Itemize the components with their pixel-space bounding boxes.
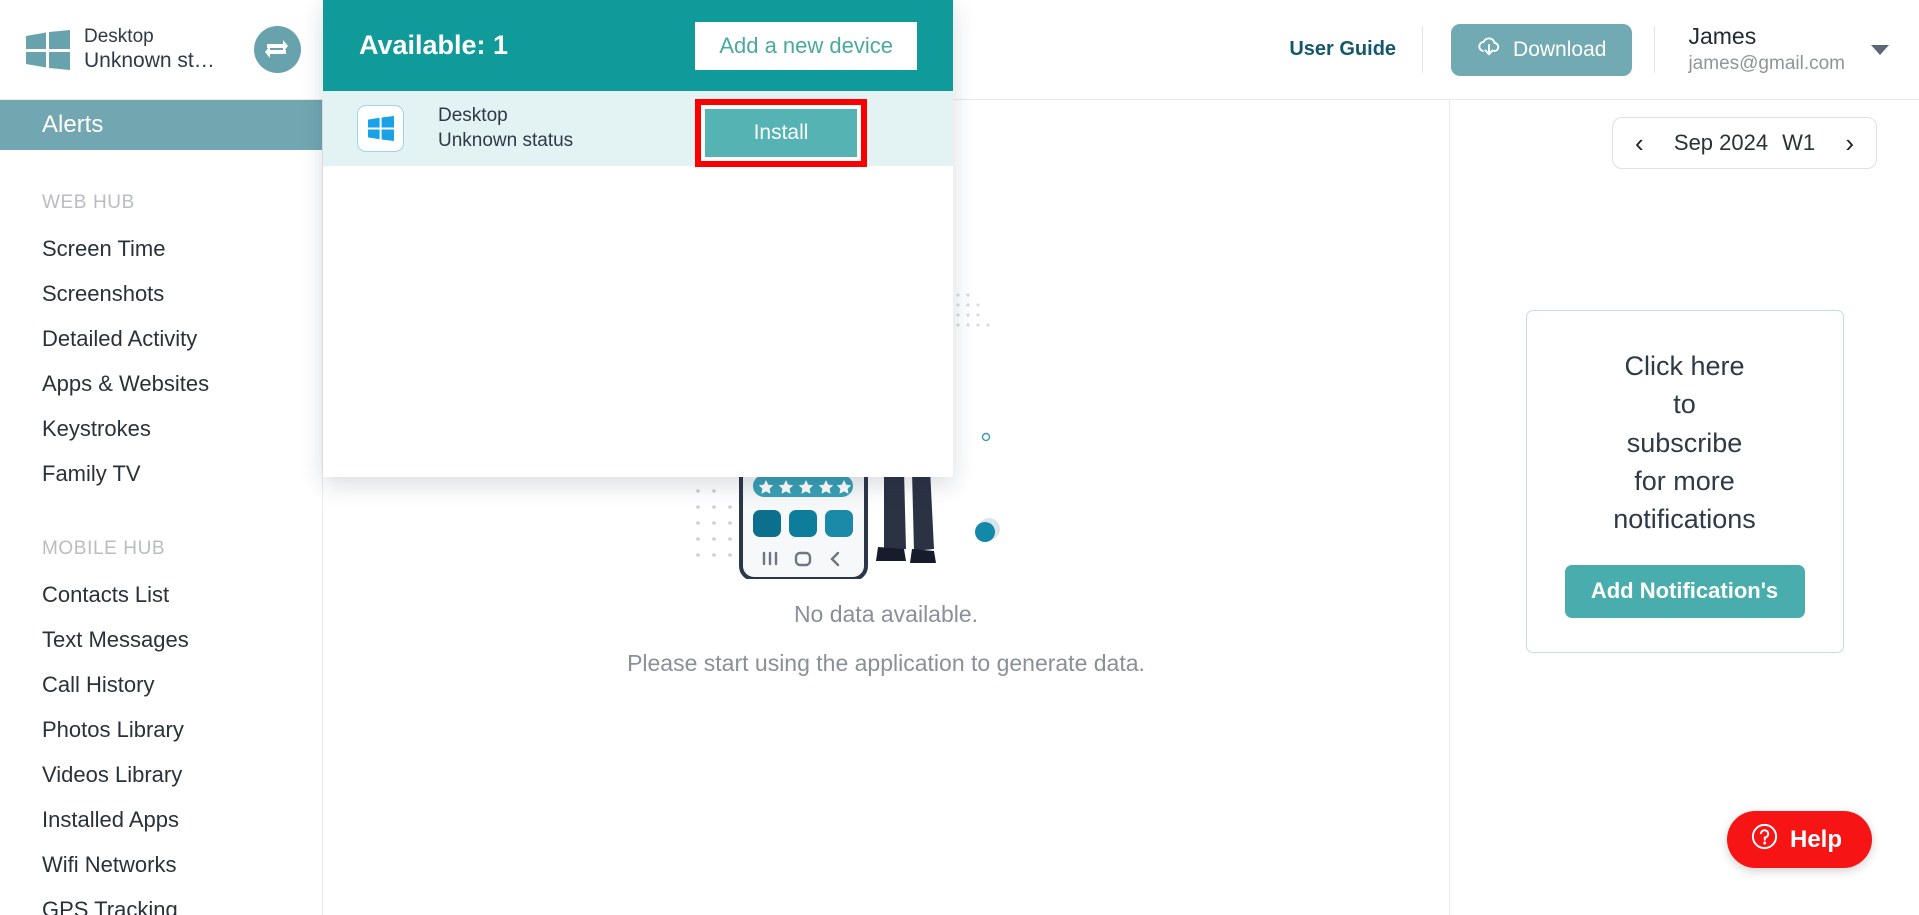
download-button-label: Download (1513, 37, 1607, 61)
empty-state-title: No data available. (793, 600, 979, 627)
empty-state-subtitle: Please start using the application to ge… (627, 649, 1145, 676)
top-bar-divider (1422, 26, 1424, 73)
week-navigator-week: W1 (1782, 130, 1816, 155)
install-button-highlight: Install (695, 99, 867, 167)
sidebar-item-family-tv[interactable]: Family TV (0, 451, 322, 496)
sidebar-item-screen-time[interactable]: Screen Time (0, 226, 322, 271)
sidebar-item-videos-library[interactable]: Videos Library (0, 752, 322, 797)
add-new-device-button[interactable]: Add a new device (695, 21, 917, 70)
sidebar-item-wifi-networks[interactable]: Wifi Networks (0, 842, 322, 887)
device-panel-body (323, 166, 953, 477)
help-button-label: Help (1789, 825, 1842, 853)
subscribe-line-3: subscribe (1626, 427, 1743, 458)
sidebar-item-apps-websites[interactable]: Apps & Websites (0, 361, 322, 406)
week-navigator: ‹ Sep 2024 W1 › (1612, 117, 1877, 169)
top-bar: Desktop Unknown st… User Guide Download (0, 0, 1919, 100)
sidebar-item-contacts-list[interactable]: Contacts List (0, 572, 322, 617)
switch-arrows-icon[interactable] (254, 26, 301, 73)
sidebar-item-text-messages[interactable]: Text Messages (0, 617, 322, 662)
sidebar-item-alerts-label: Alerts (42, 111, 104, 138)
chevron-left-icon[interactable]: ‹ (1635, 130, 1644, 156)
device-panel-header: Available: 1 Add a new device (323, 0, 953, 91)
windows-icon (26, 29, 70, 70)
week-navigator-month-year: Sep 2024 (1673, 130, 1769, 155)
chevron-right-icon[interactable]: › (1845, 130, 1854, 156)
sidebar-item-installed-apps[interactable]: Installed Apps (0, 797, 322, 842)
account-name: James (1688, 23, 1757, 50)
sidebar-group-web-hub-label: WEB HUB (42, 192, 135, 213)
sidebar-item-photos-library[interactable]: Photos Library (0, 707, 322, 752)
add-notifications-button[interactable]: Add Notification's (1564, 564, 1805, 618)
account-text: James james@gmail.com (1688, 22, 1845, 77)
subscribe-line-4: for more (1634, 465, 1735, 496)
sidebar-item-gps-tracking[interactable]: GPS Tracking (0, 887, 322, 915)
device-list-panel: Available: 1 Add a new device Desktop Un… (323, 0, 953, 477)
sidebar-item-detailed-activity[interactable]: Detailed Activity (0, 316, 322, 361)
device-list-item[interactable]: Desktop Unknown status Install (323, 91, 953, 167)
sidebar-group-mobile-hub-label: MOBILE HUB (42, 538, 166, 559)
question-circle-icon (1751, 823, 1778, 857)
subscribe-card[interactable]: Click here to subscribe for more notific… (1525, 310, 1844, 653)
device-panel-title: Available: 1 (359, 30, 509, 60)
week-navigator-label: Sep 2024 W1 (1674, 130, 1815, 156)
subscribe-line-5: notifications (1613, 504, 1756, 535)
user-guide-link[interactable]: User Guide (1263, 0, 1422, 99)
sidebar-item-screenshots[interactable]: Screenshots (0, 271, 322, 316)
account-menu[interactable]: James james@gmail.com (1654, 0, 1919, 99)
install-button[interactable]: Install (705, 109, 857, 157)
account-email: james@gmail.com (1688, 53, 1845, 75)
help-button[interactable]: Help (1726, 811, 1872, 868)
subscribe-line-1: Click here (1624, 351, 1745, 381)
sidebar-item-keystrokes[interactable]: Keystrokes (0, 406, 322, 451)
device-switcher[interactable]: Desktop Unknown st… (0, 0, 323, 99)
notifications-side-panel: Click here to subscribe for more notific… (1449, 100, 1919, 915)
device-switcher-meta: Desktop Unknown st… (84, 25, 240, 75)
sidebar-item-alerts[interactable]: Alerts (0, 100, 322, 150)
cloud-download-icon (1477, 36, 1502, 64)
sidebar-item-call-history[interactable]: Call History (0, 662, 322, 707)
subscribe-line-2: to (1673, 389, 1696, 420)
windows-icon (357, 105, 404, 152)
download-button[interactable]: Download (1451, 23, 1633, 76)
chevron-down-icon[interactable] (1871, 44, 1889, 55)
app-root: Desktop Unknown st… User Guide Download (0, 0, 1919, 915)
sidebar: Alerts WEB HUB Screen Time Screenshots D… (0, 100, 323, 915)
device-switcher-status: Unknown st… (84, 49, 215, 73)
device-switcher-name: Desktop (84, 25, 154, 47)
